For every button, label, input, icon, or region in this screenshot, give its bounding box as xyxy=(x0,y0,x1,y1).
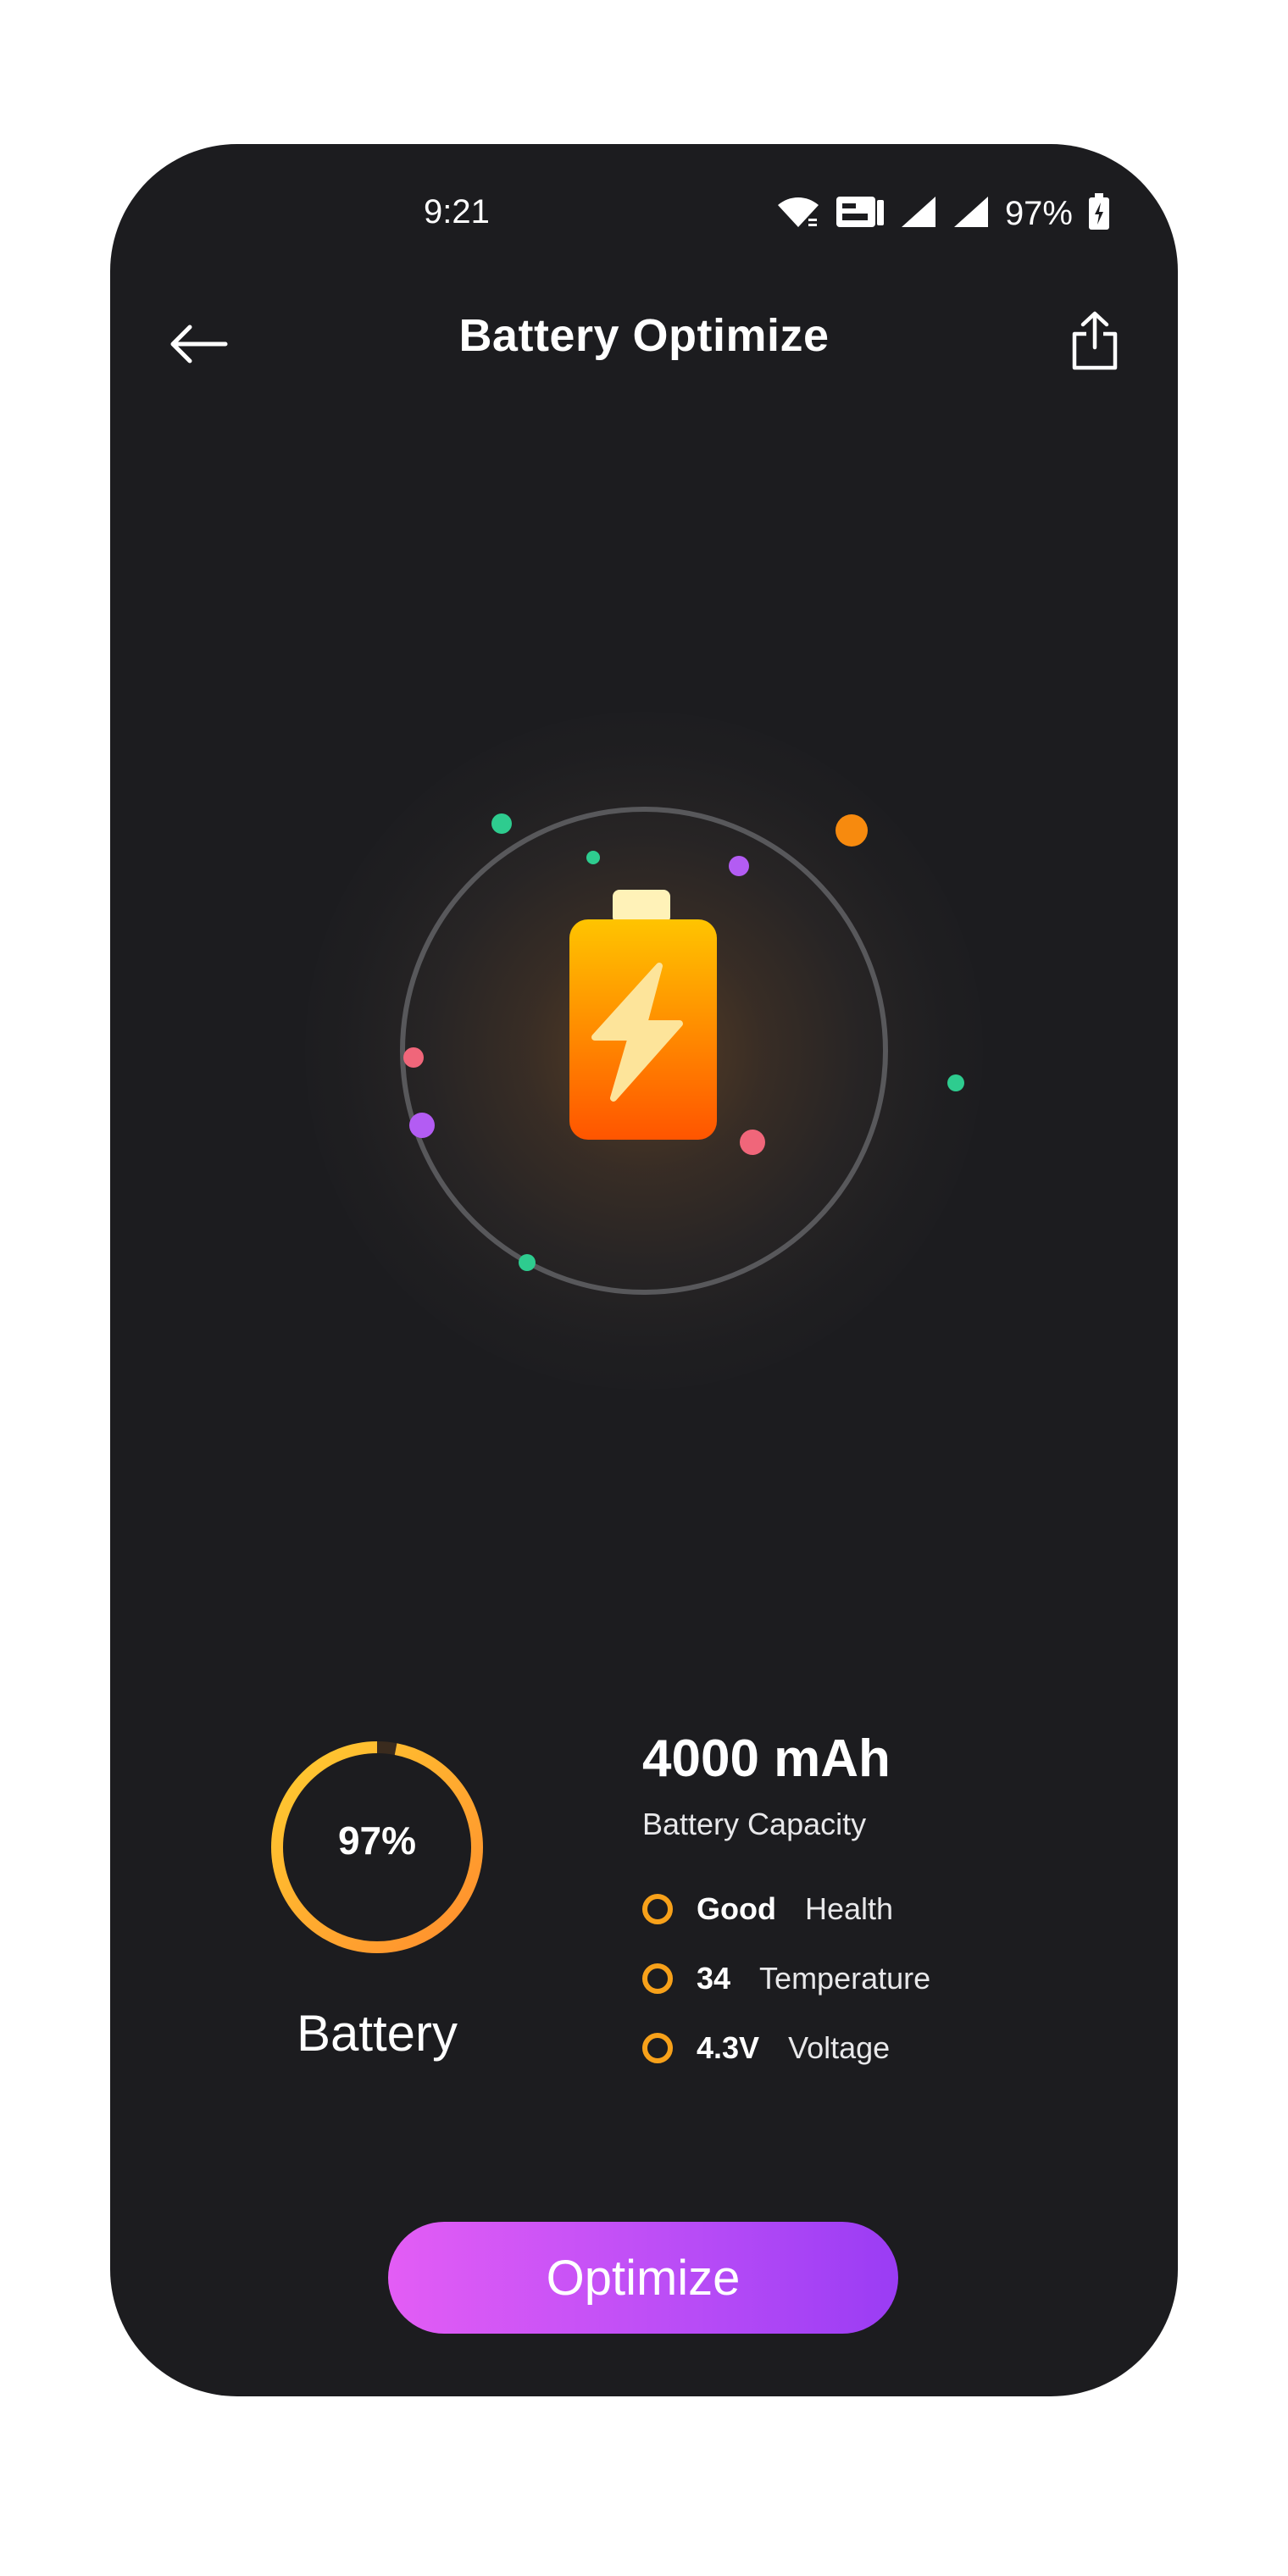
battery-charging-icon xyxy=(1088,192,1110,235)
status-time: 9:21 xyxy=(424,193,490,230)
page-title: Battery Optimize xyxy=(458,310,830,361)
volte-icon xyxy=(836,195,885,233)
battery-label: Battery xyxy=(296,2005,458,2062)
phone-screen: 9:21 97% Battery Optimize 97% Battery 40… xyxy=(110,144,1178,2396)
metric-name: Voltage xyxy=(788,2030,891,2065)
ring-icon xyxy=(642,1894,673,1924)
battery-hero xyxy=(305,712,983,1390)
particle-dot xyxy=(740,1130,765,1155)
metric-health: Good Health xyxy=(642,1884,893,1935)
battery-charging-icon xyxy=(569,890,717,1140)
particle-dot xyxy=(586,851,600,864)
particle-dot xyxy=(519,1254,536,1271)
metric-voltage: 4.3V Voltage xyxy=(642,2023,890,2074)
particle-dot xyxy=(947,1074,964,1091)
share-icon xyxy=(1072,311,1118,370)
wifi-icon xyxy=(776,195,820,233)
metric-value: Good xyxy=(697,1891,776,1926)
ring-icon xyxy=(642,2033,673,2063)
signal-icon xyxy=(900,195,937,233)
metric-name: Health xyxy=(804,1891,894,1926)
particle-dot xyxy=(836,814,868,847)
capacity-label: Battery Capacity xyxy=(642,1807,867,1841)
particle-dot xyxy=(409,1113,435,1138)
metric-value: 4.3V xyxy=(697,2030,760,2065)
particle-dot xyxy=(403,1047,424,1068)
capacity-value: 4000 mAh xyxy=(642,1729,891,1788)
optimize-button[interactable]: Optimize xyxy=(388,2222,898,2334)
status-icons: 97% xyxy=(776,192,1110,235)
battery-percent-text: 97% xyxy=(337,1818,417,1863)
particle-dot xyxy=(729,856,749,876)
metric-name: Temperature xyxy=(759,1961,931,1996)
metric-value: 34 xyxy=(697,1961,731,1996)
particle-dot xyxy=(491,813,512,834)
signal-icon xyxy=(952,195,990,233)
ring-icon xyxy=(642,1963,673,1994)
status-battery-percent: 97% xyxy=(1004,194,1073,232)
share-button[interactable] xyxy=(1056,302,1134,380)
metric-temperature: 34 Temperature xyxy=(642,1953,930,2004)
